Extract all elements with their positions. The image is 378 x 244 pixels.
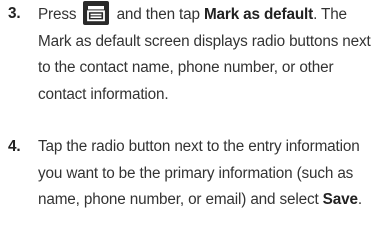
step-text: Press and then tap Mark as default. The …	[38, 1, 371, 103]
instruction-document: 3. Press and then tap Mark as default. T…	[0, 0, 378, 244]
step-text: Tap the radio button next to the entry i…	[38, 138, 362, 208]
step-text-main: Tap the radio button next to the entry i…	[38, 138, 360, 208]
step-text-end: .	[357, 191, 362, 208]
save-label: Save	[322, 191, 358, 208]
mark-as-default-label: Mark as default	[203, 6, 314, 23]
step-number: 4.	[8, 138, 21, 155]
step-text-before-icon: Press	[38, 6, 77, 23]
step-4: 4. Tap the radio button next to the entr…	[0, 134, 378, 214]
step-3: 3. Press and then tap Mark as default. T…	[0, 1, 378, 108]
menu-key-icon	[83, 1, 110, 25]
step-text-after-icon: and then tap	[116, 6, 200, 23]
step-number: 3.	[8, 5, 21, 22]
